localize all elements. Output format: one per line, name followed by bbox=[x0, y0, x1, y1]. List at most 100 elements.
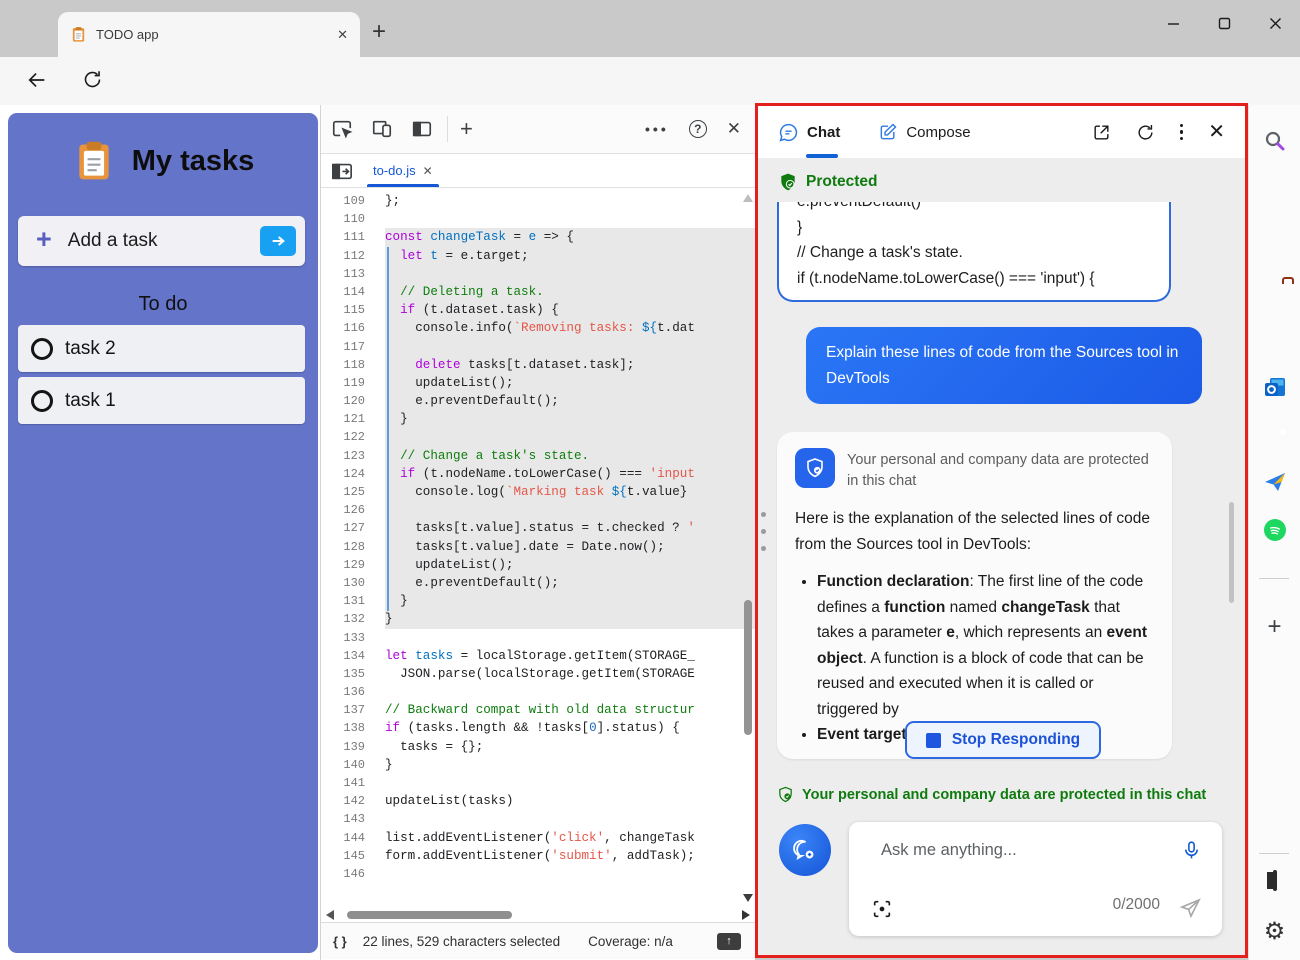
code-line[interactable]: 141 bbox=[321, 774, 755, 792]
new-tab-button[interactable]: + bbox=[372, 18, 386, 46]
code-line[interactable]: 136 bbox=[321, 683, 755, 701]
code-line[interactable]: 135 JSON.parse(localStorage.getItem(STOR… bbox=[321, 665, 755, 683]
task-list: task 2 task 1 bbox=[18, 325, 305, 424]
line-number: 109 bbox=[321, 192, 365, 210]
line-number: 128 bbox=[321, 538, 365, 556]
inspect-element-icon[interactable] bbox=[331, 118, 353, 140]
code-text bbox=[385, 865, 755, 883]
code-line[interactable]: 133 bbox=[321, 629, 755, 647]
code-line[interactable]: 140} bbox=[321, 756, 755, 774]
line-number: 146 bbox=[321, 865, 365, 883]
task-item[interactable]: task 2 bbox=[18, 325, 305, 372]
devtools-panel: + ••• ? ✕ to-do.js ✕ 109};11 bbox=[320, 105, 755, 960]
copilot-chat-area: Protected e.preventDefault()}// Change a… bbox=[758, 158, 1245, 778]
line-number: 130 bbox=[321, 574, 365, 592]
code-line[interactable]: 142updateList(tasks) bbox=[321, 792, 755, 810]
divider bbox=[1259, 853, 1289, 854]
chat-input[interactable] bbox=[879, 840, 1129, 861]
code-line[interactable]: 145form.addEventListener('submit', addTa… bbox=[321, 847, 755, 865]
microphone-icon[interactable] bbox=[1181, 840, 1202, 861]
more-options-icon[interactable] bbox=[1180, 124, 1184, 141]
code-line[interactable]: 146 bbox=[321, 865, 755, 883]
line-number: 141 bbox=[321, 774, 365, 792]
code-text: const changeTask = e => { bbox=[385, 228, 755, 246]
code-editor[interactable]: 109};110111const changeTask = e => {112 … bbox=[321, 188, 755, 908]
help-icon[interactable]: ? bbox=[689, 120, 707, 138]
code-text: e.preventDefault(); bbox=[385, 574, 755, 592]
new-topic-button[interactable] bbox=[779, 824, 831, 876]
search-icon[interactable] bbox=[1263, 129, 1287, 153]
add-task-input[interactable]: + Add a task bbox=[18, 216, 305, 266]
devtools-close-icon[interactable]: ✕ bbox=[727, 119, 741, 139]
focus-mode-icon[interactable] bbox=[411, 118, 433, 140]
horizontal-scroll-thumb[interactable] bbox=[347, 911, 512, 919]
scroll-left-icon[interactable] bbox=[326, 910, 334, 920]
code-line[interactable]: 139 tasks = {}; bbox=[321, 738, 755, 756]
line-number: 143 bbox=[321, 810, 365, 828]
open-console-icon[interactable]: ↑ bbox=[717, 933, 741, 950]
add-icon[interactable]: + bbox=[1267, 613, 1281, 641]
settings-icon[interactable]: ⚙ bbox=[1264, 919, 1286, 943]
copilot-header: Chat Compose ✕ bbox=[758, 106, 1245, 158]
scroll-right-icon[interactable] bbox=[742, 910, 750, 920]
code-line[interactable]: 144list.addEventListener('click', change… bbox=[321, 829, 755, 847]
code-text: // Change a task's state. bbox=[385, 447, 755, 465]
page-content: My tasks + Add a task To do task 2task 1 bbox=[0, 105, 320, 960]
devtools-menu-icon[interactable]: ••• bbox=[645, 121, 669, 137]
tab-title: TODO app bbox=[96, 27, 337, 42]
refresh-chat-icon[interactable] bbox=[1136, 123, 1155, 142]
outlook-icon[interactable] bbox=[1263, 376, 1287, 398]
minimize-button[interactable] bbox=[1167, 17, 1180, 30]
line-number: 114 bbox=[321, 283, 365, 301]
close-window-button[interactable] bbox=[1269, 17, 1282, 30]
device-emulation-icon[interactable] bbox=[371, 118, 393, 140]
todo-app-panel: My tasks + Add a task To do task 2task 1 bbox=[8, 113, 318, 953]
code-line[interactable]: 132} bbox=[321, 610, 755, 628]
tab-strip: TODO app ✕ + bbox=[0, 0, 1300, 57]
send-icon[interactable] bbox=[1179, 897, 1202, 920]
user-message-bubble: Explain these lines of code from the Sou… bbox=[806, 327, 1202, 404]
more-tools-add-icon[interactable]: + bbox=[460, 116, 473, 142]
scroll-up-icon[interactable] bbox=[743, 194, 753, 202]
task-checkbox[interactable] bbox=[31, 338, 53, 360]
code-text: console.info(`Removing tasks: ${t.dat bbox=[385, 319, 755, 337]
code-line[interactable]: 109}; bbox=[321, 192, 755, 210]
stop-responding-button[interactable]: Stop Responding bbox=[905, 721, 1101, 759]
code-line[interactable]: 143 bbox=[321, 810, 755, 828]
screenshot-capture-icon[interactable] bbox=[871, 898, 893, 920]
code-line[interactable]: 134let tasks = localStorage.getItem(STOR… bbox=[321, 647, 755, 665]
vertical-scroll-thumb[interactable] bbox=[744, 600, 752, 735]
code-line[interactable]: 111const changeTask = e => { bbox=[321, 228, 755, 246]
scroll-down-icon[interactable] bbox=[743, 894, 753, 902]
task-item[interactable]: task 1 bbox=[18, 377, 305, 424]
toggle-sidebar-icon[interactable] bbox=[331, 161, 353, 181]
clipboard-icon bbox=[72, 139, 116, 183]
tab-compose[interactable]: Compose bbox=[878, 106, 970, 158]
chat-input-card[interactable]: 0/2000 bbox=[849, 822, 1222, 936]
code-text: if (tasks.length && !tasks[0].status) { bbox=[385, 719, 755, 737]
browser-tab[interactable]: TODO app ✕ bbox=[58, 12, 360, 57]
file-tab-close-icon[interactable]: ✕ bbox=[423, 164, 433, 178]
tab-chat[interactable]: Chat bbox=[778, 106, 840, 158]
task-checkbox[interactable] bbox=[31, 390, 53, 412]
spotify-icon[interactable] bbox=[1264, 519, 1286, 541]
vertical-scrollbar[interactable] bbox=[741, 188, 755, 908]
chat-scroll-thumb[interactable] bbox=[1229, 502, 1234, 603]
back-icon[interactable] bbox=[26, 69, 48, 91]
drop-icon[interactable] bbox=[1263, 471, 1287, 493]
tab-close-icon[interactable]: ✕ bbox=[337, 27, 348, 43]
sidebar-resize-handle[interactable] bbox=[761, 512, 766, 551]
code-line[interactable]: 137// Backward compat with old data stru… bbox=[321, 701, 755, 719]
submit-task-button[interactable] bbox=[260, 226, 296, 256]
code-line[interactable]: 138if (tasks.length && !tasks[0].status)… bbox=[321, 719, 755, 737]
file-tab-to-do-js[interactable]: to-do.js ✕ bbox=[367, 154, 439, 187]
close-copilot-icon[interactable]: ✕ bbox=[1208, 122, 1225, 142]
horizontal-scrollbar[interactable] bbox=[321, 908, 755, 922]
format-code-icon[interactable]: { } bbox=[333, 934, 347, 949]
refresh-icon[interactable] bbox=[82, 69, 103, 90]
maximize-button[interactable] bbox=[1218, 17, 1231, 30]
code-line[interactable]: 110 bbox=[321, 210, 755, 228]
customize-sidebar-icon[interactable] bbox=[1273, 872, 1277, 890]
answer-bullet: Function declaration: The first line of … bbox=[817, 569, 1154, 722]
open-in-window-icon[interactable] bbox=[1092, 123, 1111, 142]
